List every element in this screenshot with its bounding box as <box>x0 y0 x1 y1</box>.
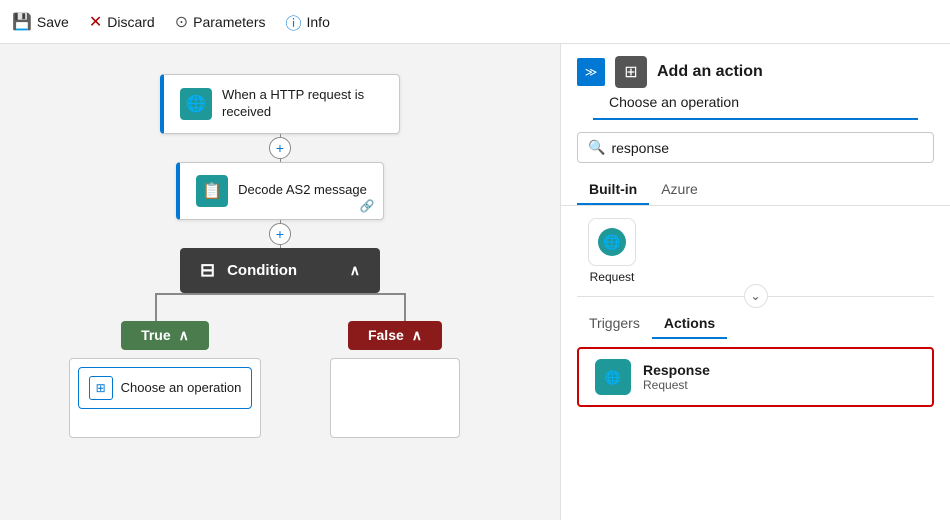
save-button[interactable]: 💾 Save <box>12 12 69 32</box>
request-connector[interactable]: 🌐 Request <box>577 218 647 284</box>
tab-azure[interactable]: Azure <box>649 175 710 205</box>
right-panel: ≫ ⊞ Add an action Choose an operation 🔍 … <box>560 44 950 520</box>
tab-actions[interactable]: Actions <box>652 309 727 339</box>
search-icon: 🔍 <box>588 139 605 156</box>
info-icon: ⓘ <box>285 10 301 34</box>
decode-icon: 📋 <box>196 175 228 207</box>
request-label: Request <box>590 270 635 284</box>
true-label[interactable]: True ∧ <box>121 321 209 350</box>
choose-op-icon: ⊞ <box>89 376 113 400</box>
panel-header-icon: ⊞ <box>615 56 647 88</box>
true-chevron-icon: ∧ <box>179 327 189 344</box>
add-between-2[interactable]: + <box>269 223 291 245</box>
condition-node[interactable]: ⊟ Condition ∧ <box>180 248 380 293</box>
condition-icon: ⊟ <box>200 260 215 281</box>
save-icon: 💾 <box>12 12 32 32</box>
true-branch: True ∧ ⊞ Choose an operation <box>50 293 280 438</box>
panel-header: ≫ ⊞ Add an action <box>561 44 950 88</box>
discard-icon: ✕ <box>89 12 102 32</box>
add-between-1[interactable]: + <box>269 137 291 159</box>
connector-2: + <box>280 220 281 248</box>
true-branch-content: ⊞ Choose an operation <box>69 358 262 438</box>
response-action-item[interactable]: 🌐 Response Request <box>577 347 934 407</box>
condition-chevron-icon: ∧ <box>350 262 360 279</box>
condition-label: Condition <box>227 262 297 279</box>
false-label[interactable]: False ∧ <box>348 321 442 350</box>
choose-op-label: Choose an operation <box>121 380 242 395</box>
false-branch-content <box>330 358 460 438</box>
tab-builtin[interactable]: Built-in <box>577 175 649 205</box>
http-node[interactable]: 🌐 When a HTTP request is received <box>160 74 400 134</box>
panel-divider-button[interactable]: ⌄ <box>744 284 768 308</box>
false-chevron-icon: ∧ <box>412 327 422 344</box>
http-node-label: When a HTTP request is received <box>222 87 383 121</box>
canvas: 🌐 When a HTTP request is received + 📋 De… <box>0 44 560 520</box>
panel-subtitle: Choose an operation <box>593 88 918 120</box>
branch-container: True ∧ ⊞ Choose an operation False ∧ <box>50 293 510 438</box>
parameters-icon: ⊙ <box>175 12 188 32</box>
branch-line-right <box>404 293 406 321</box>
response-action-name: Response <box>643 362 710 378</box>
decode-node-label: Decode AS2 message <box>238 182 367 199</box>
panel-expand-button[interactable]: ≫ <box>577 58 605 86</box>
svg-text:🌐: 🌐 <box>603 234 620 251</box>
search-input[interactable] <box>611 140 923 156</box>
panel-title: Add an action <box>657 63 763 81</box>
false-branch: False ∧ <box>280 293 510 438</box>
discard-button[interactable]: ✕ Discard <box>89 12 155 32</box>
link-icon: 🔗 <box>360 199 375 213</box>
choose-operation-button[interactable]: ⊞ Choose an operation <box>78 367 253 409</box>
response-action-text: Response Request <box>643 362 710 392</box>
flow-diagram: 🌐 When a HTTP request is received + 📋 De… <box>20 74 540 500</box>
search-bar: 🔍 <box>577 132 934 163</box>
filter-tabs: Built-in Azure <box>561 175 950 206</box>
http-icon: 🌐 <box>180 88 212 120</box>
panel-divider: ⌄ <box>577 296 934 297</box>
connector-1: + <box>280 134 281 162</box>
response-action-sub: Request <box>643 378 710 392</box>
toolbar: 💾 Save ✕ Discard ⊙ Parameters ⓘ Info <box>0 0 950 44</box>
parameters-button[interactable]: ⊙ Parameters <box>175 12 266 32</box>
response-action-icon: 🌐 <box>595 359 631 395</box>
branch-line-left <box>155 293 157 321</box>
info-button[interactable]: ⓘ Info <box>285 10 329 34</box>
main-content: 🌐 When a HTTP request is received + 📋 De… <box>0 44 950 520</box>
request-connector-icon: 🌐 <box>588 218 636 266</box>
tab-triggers[interactable]: Triggers <box>577 309 652 339</box>
branch-line-top <box>155 293 405 295</box>
connectors-section: 🌐 Request <box>561 206 950 296</box>
svg-text:🌐: 🌐 <box>605 370 621 385</box>
decode-node[interactable]: 📋 Decode AS2 message 🔗 <box>176 162 384 220</box>
